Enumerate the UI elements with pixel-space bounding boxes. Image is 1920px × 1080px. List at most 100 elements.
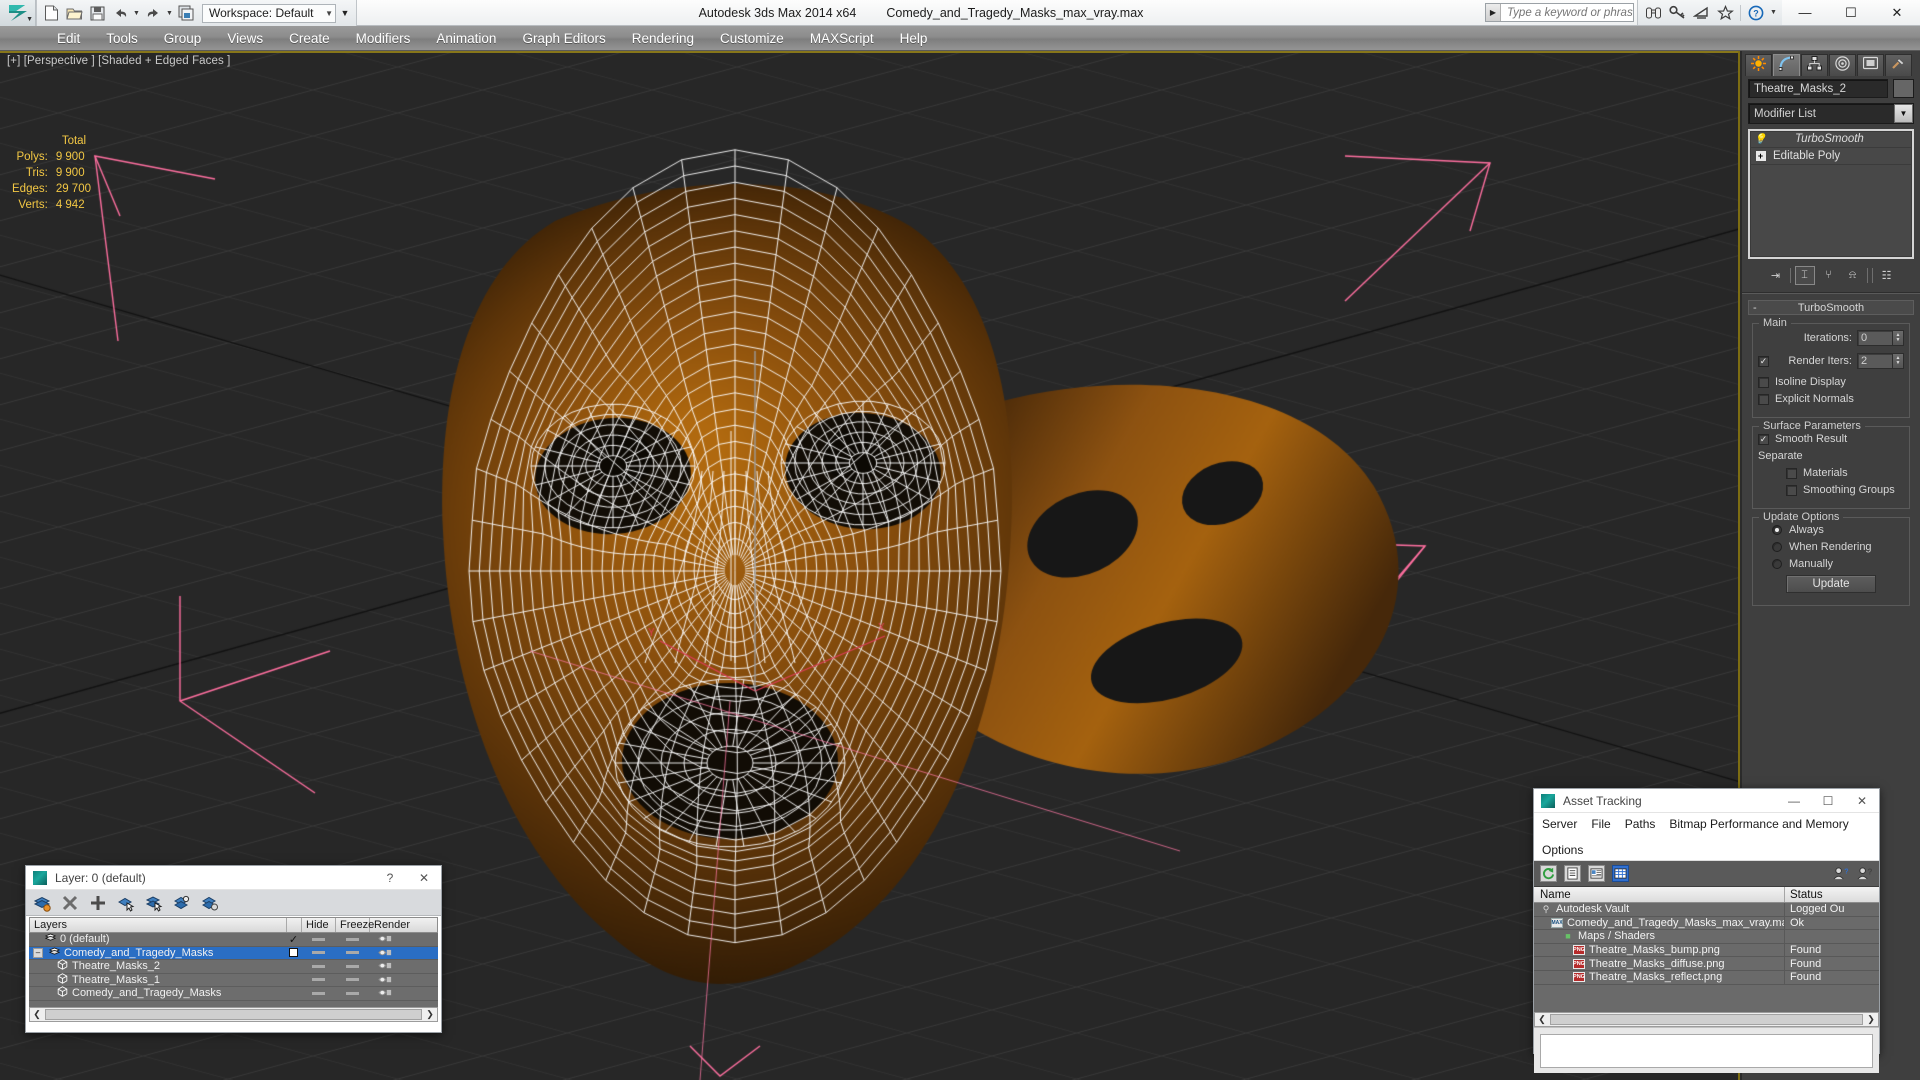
asset-row[interactable]: ■ Maps / Shaders [1534,930,1879,944]
layer-freeze-toggle[interactable] [335,978,369,982]
checkbox-smoothing-groups[interactable]: Smoothing Groups [1758,484,1904,496]
modifier-stack-item[interactable]: 💡 TurboSmooth [1750,131,1912,148]
redo-dropdown-caret-icon[interactable]: ▼ [165,10,174,17]
create-new-layer-icon[interactable] [32,893,52,913]
menu-item-edit[interactable]: Edit [44,28,93,49]
select-highlighted-layers-icon[interactable] [144,893,164,913]
asset-menu-options[interactable]: Options [1540,842,1585,858]
query-help-icon[interactable]: ? [1856,865,1873,882]
scrollbar-thumb[interactable] [45,1009,422,1020]
asset-menu-file[interactable]: File [1589,816,1612,832]
menu-item-group[interactable]: Group [151,28,215,49]
layer-column-header[interactable]: Render [370,918,410,932]
checkbox-box[interactable]: ✓ [1758,433,1769,445]
layer-column-header[interactable]: Layers [30,918,287,932]
layer-hide-toggle[interactable] [301,964,335,968]
layer-row[interactable]: Theatre_Masks_2 [29,959,438,974]
radio-when-rendering[interactable]: When Rendering [1758,541,1904,553]
asset-menu-server[interactable]: Server [1540,816,1579,832]
maximize-button[interactable]: ☐ [1828,0,1874,25]
utilities-tab[interactable] [1885,54,1912,76]
close-button[interactable]: ✕ [407,866,441,890]
asset-row[interactable]: PNG Theatre_Masks_diffuse.png Found [1534,957,1879,971]
layer-properties-icon[interactable] [200,893,220,913]
layer-current-toggle[interactable] [286,948,301,958]
layer-render-toggle[interactable] [369,934,401,944]
layer-row[interactable]: Theatre_Masks_1 [29,973,438,987]
grid-view-icon[interactable] [1612,865,1629,882]
plus-box-icon[interactable]: + [1755,151,1766,161]
layer-column-header[interactable]: Hide [302,918,336,932]
help-dropdown-caret-icon[interactable]: ▼ [1769,9,1778,16]
viewport-label[interactable]: [+] [Perspective ] [Shaded + Edged Faces… [7,55,230,67]
layer-hide-toggle[interactable] [301,978,335,982]
show-end-result-icon[interactable]: ⌶ [1794,265,1815,285]
radio-button[interactable] [1772,559,1782,569]
asset-row[interactable]: MAX Comedy_and_Tragedy_Masks_max_vray.max… [1534,916,1879,931]
layer-table[interactable]: Layers Hide Freeze Render 0 (default) ✓ – Come… [29,917,438,1022]
lightbulb-icon[interactable]: 💡 [1754,134,1767,145]
add-user-help-icon[interactable]: ? [1832,865,1849,882]
menu-item-modifiers[interactable]: Modifiers [343,28,424,49]
asset-table[interactable]: Name Status ⚲ Autodesk Vault Logged Ou MAX C… [1534,887,1879,1027]
menu-item-tools[interactable]: Tools [93,28,151,49]
scroll-right-icon[interactable]: ❯ [423,1009,437,1020]
menu-item-views[interactable]: Views [214,28,276,49]
scrollbar-thumb[interactable] [1550,1014,1863,1025]
layer-render-toggle[interactable] [369,975,401,985]
layer-row[interactable]: Comedy_and_Tragedy_Masks [29,986,438,1001]
search-input[interactable] [1501,4,1633,21]
chevron-down-icon[interactable]: ▼ [1894,104,1913,123]
layer-render-toggle[interactable] [369,988,401,998]
radio-manually[interactable]: Manually [1758,558,1904,570]
scroll-left-icon[interactable]: ❮ [30,1009,44,1020]
menu-item-rendering[interactable]: Rendering [619,28,707,49]
hierarchy-tab[interactable] [1801,54,1828,76]
asset-menu-bitmap[interactable]: Bitmap Performance and Memory [1667,816,1850,832]
menu-item-customize[interactable]: Customize [707,28,797,49]
asset-menu-paths[interactable]: Paths [1623,816,1658,832]
spinner-arrows-icon[interactable]: ▲ ▼ [1893,330,1904,346]
save-file-icon[interactable] [86,2,108,24]
close-button[interactable]: ✕ [1845,789,1879,813]
scroll-right-icon[interactable]: ❯ [1864,1014,1878,1025]
undo-icon[interactable] [109,2,131,24]
menu-item-create[interactable]: Create [276,28,343,49]
minimize-button[interactable]: — [1782,0,1828,25]
binoculars-icon[interactable] [1642,2,1664,24]
menu-item-animation[interactable]: Animation [423,28,509,49]
workspace-selector[interactable]: Workspace: Default ▼ [202,3,336,23]
layer-horizontal-scrollbar[interactable]: ❮ ❯ [29,1007,438,1022]
redo-icon[interactable] [142,2,164,24]
layer-column-header[interactable] [287,918,302,932]
layer-current-toggle[interactable]: ✓ [286,933,301,946]
delete-layer-icon[interactable] [60,893,80,913]
update-button[interactable]: Update [1786,575,1876,593]
maximize-button[interactable]: ☐ [1811,789,1845,813]
modifier-list-dropdown[interactable]: Modifier List ▼ [1748,103,1914,124]
checkbox-box[interactable] [1786,467,1797,479]
pin-stack-icon[interactable]: ⇥ [1766,266,1786,285]
layer-row[interactable]: – Comedy_and_Tragedy_Masks [29,946,438,960]
layer-render-toggle[interactable] [369,961,401,971]
create-tab[interactable] [1745,54,1772,76]
menu-item-maxscript[interactable]: MAXScript [797,28,887,49]
motion-tab[interactable] [1829,54,1856,76]
asset-dialog-titlebar[interactable]: Asset Tracking — ☐ ✕ [1534,789,1879,813]
radio-button[interactable] [1772,542,1782,552]
satellite-dish-icon[interactable] [1690,2,1712,24]
search-box[interactable]: ▶ [1485,3,1634,22]
modifier-stack[interactable]: 💡 TurboSmooth + Editable Poly [1748,129,1914,259]
minimize-button[interactable]: — [1777,789,1811,813]
remove-modifier-icon[interactable]: ⍾ [1843,266,1863,285]
open-file-icon[interactable] [63,2,85,24]
layer-hide-toggle[interactable] [301,951,335,955]
asset-horizontal-scrollbar[interactable]: ❮ ❯ [1534,1012,1879,1027]
menu-item-help[interactable]: Help [887,28,941,49]
new-file-icon[interactable] [40,2,62,24]
highlight-selected-objects-layers-icon[interactable] [172,893,192,913]
layer-freeze-toggle[interactable] [335,991,369,995]
help-button[interactable]: ? [373,866,407,890]
project-folder-icon[interactable] [175,2,197,24]
refresh-icon[interactable] [1540,865,1557,882]
